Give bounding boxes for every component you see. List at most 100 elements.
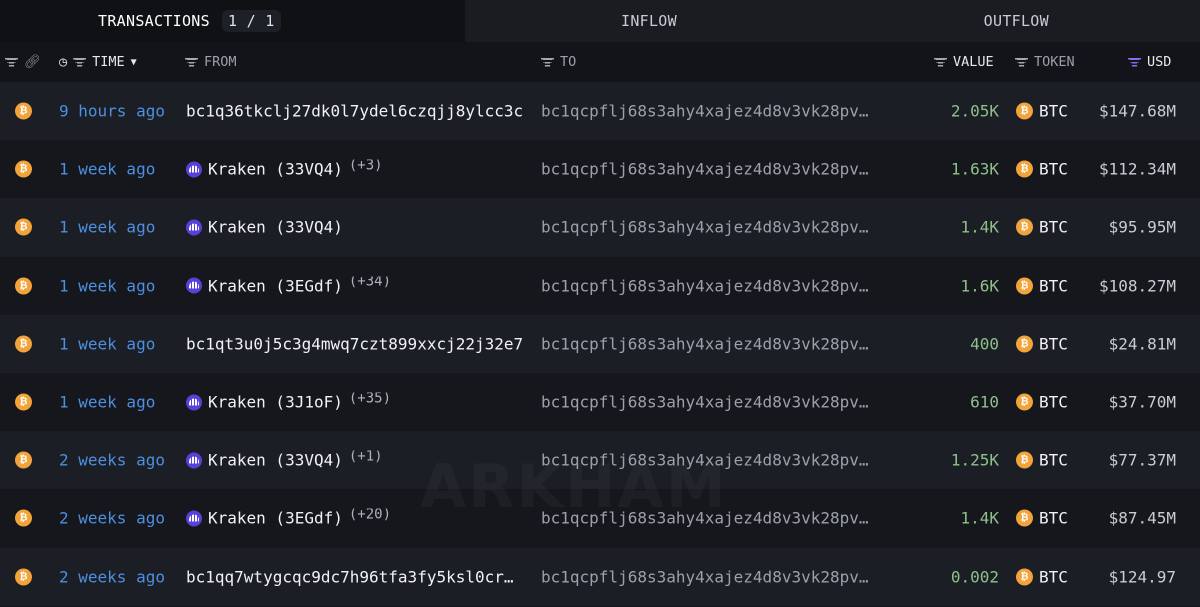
from-label[interactable]: Kraken (3EGdf) — [208, 276, 343, 295]
table-row[interactable]: ₿ 1 week ago Kraken (3EGdf) (+34) bc1qcpf… — [0, 256, 1200, 315]
from-label[interactable]: Kraken (3EGdf) — [208, 509, 343, 528]
table-row[interactable]: ₿ 2 weeks ago Kraken (3EGdf) (+20) bc1qcp… — [0, 489, 1200, 548]
time-link[interactable]: 1 week ago — [59, 160, 155, 179]
sort-down-icon[interactable]: ▼ — [131, 57, 137, 68]
table-row[interactable]: ₿ 9 hours ago bc1q36tkclj27dk0l7ydel6czq… — [0, 82, 1200, 141]
token[interactable]: ₿ BTC — [1016, 393, 1068, 412]
from-label[interactable]: bc1qq7wtygcqc9dc7h96tfa3fy5ksl0cr… — [186, 567, 514, 586]
token[interactable]: ₿ BTC — [1016, 334, 1068, 353]
table-row[interactable]: ₿ 1 week ago bc1qt3u0j5c3g4mwq7czt899xxc… — [0, 314, 1200, 373]
token[interactable]: ₿ BTC — [1016, 567, 1068, 586]
link-icon[interactable]: 🔗︎ — [24, 54, 41, 70]
from-address[interactable]: Kraken (33VQ4) (+3) — [186, 160, 534, 179]
to-address[interactable]: bc1qcpflj68s3ahy4xajez4d8v3vk28pv… — [541, 334, 869, 353]
time-link[interactable]: 1 week ago — [59, 276, 155, 295]
token[interactable]: ₿ BTC — [1016, 276, 1068, 295]
column-time[interactable]: TIME — [92, 54, 125, 70]
from-address[interactable]: Kraken (3EGdf) (+34) — [186, 276, 534, 295]
token[interactable]: ₿ BTC — [1016, 160, 1068, 179]
from-extra-count: (+3) — [348, 159, 383, 174]
filter-icon[interactable] — [73, 57, 87, 67]
filter-active-icon[interactable] — [1128, 57, 1141, 67]
to-address[interactable]: bc1qcpflj68s3ahy4xajez4d8v3vk28pv… — [541, 393, 869, 412]
filter-icon[interactable] — [1015, 57, 1028, 67]
time-link[interactable]: 2 weeks ago — [59, 567, 165, 586]
token-symbol: BTC — [1039, 101, 1068, 121]
filter-icon[interactable] — [541, 57, 554, 67]
column-token[interactable]: TOKEN — [1034, 54, 1075, 70]
btc-icon: ₿ — [15, 393, 32, 411]
time-link[interactable]: 1 week ago — [59, 218, 155, 237]
btc-icon: ₿ — [1016, 160, 1033, 178]
to-address[interactable]: bc1qcpflj68s3ahy4xajez4d8v3vk28pv… — [541, 567, 869, 586]
from-label[interactable]: Kraken (3J1oF) — [208, 393, 343, 412]
from-extra-count: (+34) — [348, 276, 392, 290]
time-link[interactable]: 2 weeks ago — [59, 451, 165, 470]
from-label[interactable]: Kraken (33VQ4) — [208, 160, 343, 179]
btc-icon: ₿ — [1016, 568, 1033, 586]
time-link[interactable]: 9 hours ago — [59, 102, 165, 121]
from-extra-count: (+1) — [348, 450, 383, 465]
from-label[interactable]: bc1qt3u0j5c3g4mwq7czt899xxcj22j32e7 — [186, 334, 523, 353]
token[interactable]: ₿ BTC — [1016, 509, 1068, 528]
from-address[interactable]: Kraken (33VQ4) — [186, 218, 534, 237]
value: 2.05K — [950, 101, 999, 121]
usd-value: $108.27M — [1098, 276, 1176, 296]
from-address[interactable]: Kraken (3J1oF) (+35) — [186, 393, 534, 412]
time-link[interactable]: 2 weeks ago — [59, 509, 165, 528]
column-to[interactable]: TO — [560, 54, 576, 70]
time-link[interactable]: 1 week ago — [59, 334, 155, 353]
kraken-icon — [186, 510, 202, 527]
from-address[interactable]: Kraken (33VQ4) (+1) — [186, 451, 534, 470]
btc-icon: ₿ — [1016, 451, 1033, 469]
from-address[interactable]: bc1qq7wtygcqc9dc7h96tfa3fy5ksl0cr… — [186, 567, 534, 586]
from-address[interactable]: bc1q36tkclj27dk0l7ydel6czqjj8ylcc3c — [186, 102, 534, 121]
column-value[interactable]: VALUE — [953, 54, 994, 70]
to-address[interactable]: bc1qcpflj68s3ahy4xajez4d8v3vk28pv… — [541, 102, 869, 121]
to-address[interactable]: bc1qcpflj68s3ahy4xajez4d8v3vk28pv… — [541, 451, 869, 470]
token[interactable]: ₿ BTC — [1016, 451, 1068, 470]
to-address[interactable]: bc1qcpflj68s3ahy4xajez4d8v3vk28pv… — [541, 218, 869, 237]
tab-outflow[interactable]: OUTFLOW — [832, 0, 1200, 42]
time-link[interactable]: 1 week ago — [59, 393, 155, 412]
kraken-icon — [186, 394, 202, 411]
from-label[interactable]: bc1q36tkclj27dk0l7ydel6czqjj8ylcc3c — [186, 102, 523, 121]
tab-inflow[interactable]: INFLOW — [465, 0, 833, 42]
token-symbol: BTC — [1039, 217, 1068, 237]
usd-value: $87.45M — [1108, 508, 1176, 528]
from-address[interactable]: Kraken (3EGdf) (+20) — [186, 509, 534, 528]
kraken-icon — [186, 161, 202, 178]
btc-icon: ₿ — [15, 102, 32, 120]
token-symbol: BTC — [1039, 508, 1068, 528]
filter-icon[interactable] — [5, 57, 18, 67]
from-address[interactable]: bc1qt3u0j5c3g4mwq7czt899xxcj22j32e7 — [186, 334, 534, 353]
from-label[interactable]: Kraken (33VQ4) — [208, 218, 343, 237]
clock-icon[interactable]: ◷ — [59, 54, 67, 70]
kraken-icon — [186, 219, 202, 236]
btc-icon: ₿ — [1016, 218, 1033, 236]
column-usd[interactable]: USD — [1147, 54, 1171, 70]
table-header: 🔗︎ ◷ TIME ▼ FROM TO VALUE TOKEN USD — [0, 42, 1200, 82]
token-symbol: BTC — [1039, 159, 1068, 179]
token[interactable]: ₿ BTC — [1016, 218, 1068, 237]
tab-transactions[interactable]: TRANSACTIONS 1 / 1 — [0, 0, 466, 42]
filter-icon[interactable] — [934, 57, 947, 67]
to-address[interactable]: bc1qcpflj68s3ahy4xajez4d8v3vk28pv… — [541, 160, 869, 179]
table-row[interactable]: ₿ 1 week ago Kraken (3J1oF) (+35) bc1qcpf… — [0, 372, 1200, 432]
from-label[interactable]: Kraken (33VQ4) — [208, 451, 343, 470]
from-extra-count: (+20) — [348, 508, 392, 523]
token[interactable]: ₿ BTC — [1016, 102, 1068, 121]
btc-icon: ₿ — [15, 218, 32, 236]
to-address[interactable]: bc1qcpflj68s3ahy4xajez4d8v3vk28pv… — [541, 509, 869, 528]
to-address[interactable]: bc1qcpflj68s3ahy4xajez4d8v3vk28pv… — [541, 276, 869, 295]
btc-icon: ₿ — [15, 277, 32, 295]
btc-icon: ₿ — [15, 160, 32, 178]
column-from[interactable]: FROM — [204, 54, 237, 70]
filter-icon[interactable] — [185, 57, 198, 67]
table-row[interactable]: ₿ 1 week ago Kraken (33VQ4) bc1qcpflj68s… — [0, 198, 1200, 257]
table-row[interactable]: ₿ 2 weeks ago bc1qq7wtygcqc9dc7h96tfa3fy… — [0, 547, 1200, 606]
usd-value: $24.81M — [1108, 334, 1176, 354]
table-row[interactable]: ₿ 1 week ago Kraken (33VQ4) (+3) bc1qcpfl… — [0, 140, 1200, 199]
page-indicator[interactable]: 1 / 1 — [221, 10, 281, 32]
table-row[interactable]: ₿ 2 weeks ago Kraken (33VQ4) (+1) bc1qcpf… — [0, 431, 1200, 490]
